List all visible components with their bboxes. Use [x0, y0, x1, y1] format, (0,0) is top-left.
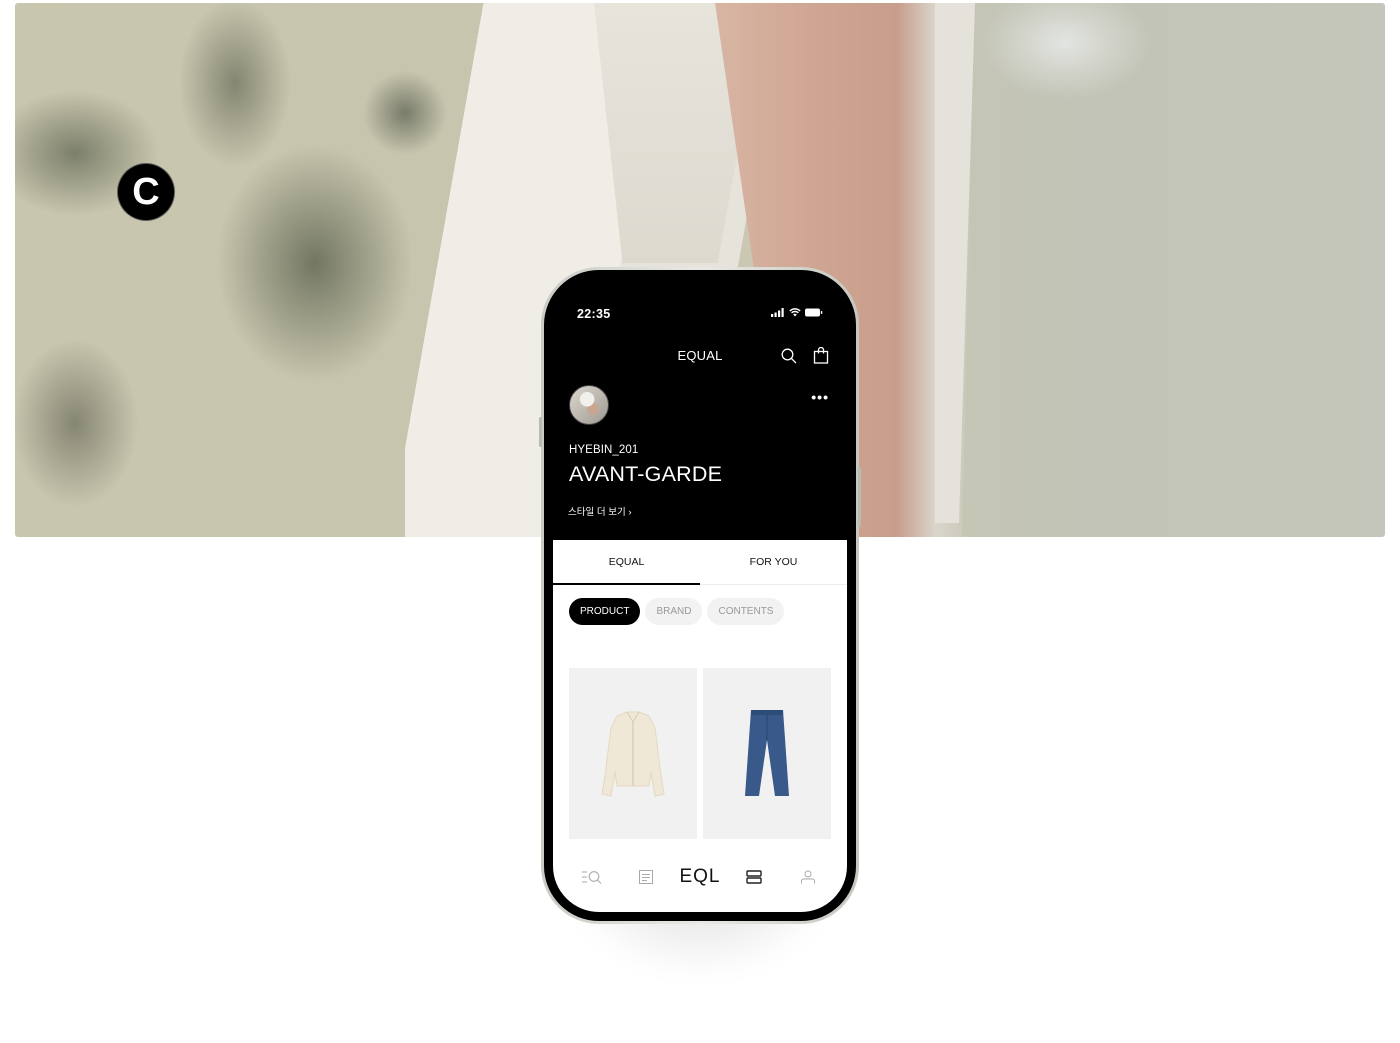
tab-bar: EQUAL FOR YOU [553, 540, 847, 585]
nav-home[interactable]: EQL [679, 865, 721, 889]
username: HYEBIN_201 [569, 444, 639, 456]
status-time: 22:35 [577, 307, 611, 321]
status-bar: 22:35 [553, 303, 847, 323]
avatar[interactable] [569, 385, 609, 425]
phone-screen: 22:35 EQUAL ••• HYEBIN_201 AVANT-GARDE 스… [553, 279, 847, 912]
product-card[interactable] [569, 668, 697, 839]
document-icon [639, 870, 653, 884]
eql-logo: EQL [679, 866, 721, 887]
phone-side-button [539, 417, 542, 447]
wifi-icon [789, 308, 801, 317]
chip-contents[interactable]: CONTENTS [707, 598, 785, 625]
shopping-bag-icon[interactable] [813, 347, 829, 364]
product-card[interactable] [703, 668, 831, 839]
phone-power-button [858, 467, 861, 527]
chip-brand[interactable]: BRAND [645, 598, 703, 625]
style-title: AVANT-GARDE [569, 462, 723, 486]
more-options-button[interactable]: ••• [811, 389, 829, 405]
search-menu-icon [582, 871, 602, 884]
chip-product[interactable]: PRODUCT [569, 598, 641, 625]
tab-for-you[interactable]: FOR YOU [700, 540, 847, 584]
content-panel: EQUAL FOR YOU PRODUCT BRAND CONTENTS EQL [553, 540, 847, 912]
shirt-edge [935, 3, 975, 523]
product-grid [569, 668, 831, 839]
feed-icon [746, 870, 762, 884]
phone-mockup: 22:35 EQUAL ••• HYEBIN_201 AVANT-GARDE 스… [539, 267, 861, 924]
more-style-link[interactable]: 스타일 더 보기 › [568, 504, 632, 518]
step-badge: C [117, 163, 175, 221]
nav-profile[interactable] [788, 865, 828, 889]
search-icon[interactable] [781, 348, 797, 364]
app-title: EQUAL [677, 348, 723, 363]
bottom-nav: EQL [553, 862, 847, 892]
jacket-image [601, 711, 665, 797]
jeans-image [745, 710, 789, 796]
tab-equal[interactable]: EQUAL [553, 540, 700, 585]
battery-icon [805, 308, 823, 317]
app-header: EQUAL [553, 339, 847, 371]
nav-feed[interactable] [734, 865, 774, 889]
filter-chips: PRODUCT BRAND CONTENTS [569, 598, 785, 625]
profile-icon [801, 870, 815, 884]
signal-icon [771, 308, 784, 317]
nav-search[interactable] [572, 865, 612, 889]
nav-document[interactable] [626, 865, 666, 889]
